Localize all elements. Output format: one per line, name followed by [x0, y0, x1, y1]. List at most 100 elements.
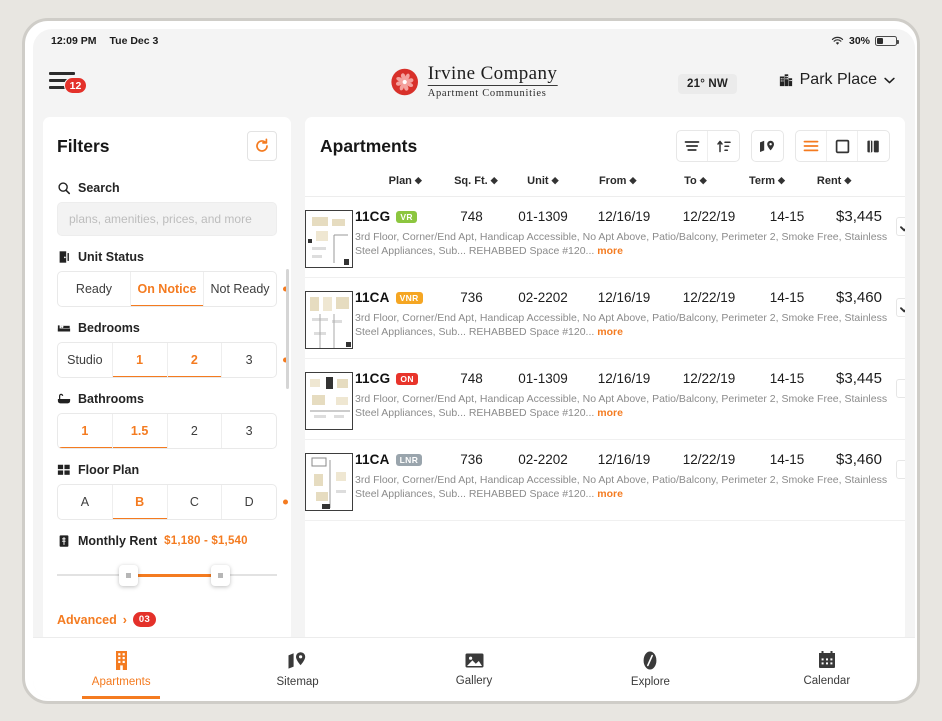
unit-status-option-ready[interactable]: Ready: [58, 272, 131, 306]
nav-label-explore: Explore: [630, 675, 670, 688]
thumbnail-cell[interactable]: [305, 208, 353, 268]
more-link[interactable]: more: [597, 326, 623, 338]
bathrooms-option-1[interactable]: 1: [58, 414, 113, 448]
cell-term: 14-15: [769, 452, 805, 467]
checkbox-cell[interactable]: [896, 289, 905, 317]
slider-handle-min[interactable]: [118, 565, 138, 586]
search-input[interactable]: [69, 212, 265, 226]
bedrooms-option-1[interactable]: 1: [112, 343, 168, 377]
nav-item-sitemap[interactable]: Sitemap: [209, 638, 385, 699]
floor-plan-option-c[interactable]: C: [168, 485, 223, 519]
calendar-icon: [818, 651, 835, 668]
floor-plan-option-b[interactable]: B: [112, 485, 168, 519]
column-header-term[interactable]: Term ◆: [734, 171, 800, 197]
floor-plan-options: A B C D: [57, 484, 277, 520]
property-selector[interactable]: Park Place: [779, 71, 895, 89]
thumbnail-cell[interactable]: [305, 289, 353, 349]
floor-plan-drawing: [306, 454, 352, 510]
card-view-button[interactable]: [827, 131, 858, 161]
floor-plan-option-d[interactable]: D: [222, 485, 276, 519]
column-header-to[interactable]: To ◆: [656, 171, 735, 197]
sidebar-scrollbar[interactable]: [286, 269, 289, 389]
list-lines-icon: [684, 141, 700, 151]
floor-plan-overflow-dot[interactable]: [283, 499, 288, 505]
nav-item-gallery[interactable]: Gallery: [386, 638, 562, 699]
checkbox-cell[interactable]: [896, 208, 905, 236]
cell-from: 12/16/19: [597, 452, 651, 467]
plan-code: 11CA: [355, 290, 390, 305]
advanced-filters-link[interactable]: Advanced › 03: [43, 590, 291, 627]
compass-icon: [644, 651, 657, 669]
table-row[interactable]: 11CA LNR 736 02-2202 12/16/19 12/22/19 1…: [305, 440, 905, 521]
checkbox-cell[interactable]: [896, 370, 905, 398]
grid-squares-icon: [57, 464, 70, 475]
cell-plan: 11CG ON: [353, 371, 439, 386]
map-button[interactable]: [752, 131, 783, 161]
slider-handle-max[interactable]: [211, 565, 230, 586]
column-header-sqft[interactable]: Sq. Ft. ◆: [444, 171, 507, 197]
row-checkbox[interactable]: [896, 460, 905, 479]
checkbox-cell[interactable]: [896, 451, 905, 479]
search-box[interactable]: [57, 202, 277, 236]
bathrooms-option-2[interactable]: 2: [168, 414, 223, 448]
column-header-from[interactable]: From ◆: [578, 171, 657, 197]
wifi-icon: [831, 36, 844, 45]
bedrooms-option-studio[interactable]: Studio: [58, 343, 113, 377]
nav-item-apartments[interactable]: Apartments: [33, 638, 209, 699]
nav-item-calendar[interactable]: Calendar: [739, 638, 915, 699]
bathrooms-options: 1 1.5 2 3: [57, 413, 277, 449]
nav-item-explore[interactable]: Explore: [562, 638, 738, 699]
cell-sqft: 748: [460, 371, 483, 386]
plan-code: 11CG: [355, 371, 391, 386]
photo-icon: [465, 653, 484, 667]
row-description: 3rd Floor, Corner/End Apt, Handicap Acce…: [353, 387, 896, 420]
sort-arrows-icon: [716, 140, 731, 152]
status-badge: ON: [396, 372, 418, 385]
status-time: 12:09 PM: [51, 35, 97, 47]
cell-from: 12/16/19: [597, 371, 651, 386]
reset-filters-button[interactable]: [247, 131, 277, 161]
nav-label-apartments: Apartments: [91, 675, 151, 688]
unit-status-option-not-ready[interactable]: Not Ready: [204, 272, 276, 306]
cell-sqft: 736: [460, 290, 483, 305]
thumbnail-cell[interactable]: [305, 370, 353, 430]
reset-circular-arrow-icon: [256, 138, 268, 152]
bathrooms-option-3[interactable]: 3: [222, 414, 276, 448]
sort-button[interactable]: [708, 131, 739, 161]
status-badge: VNR: [395, 291, 423, 304]
column-header-rent[interactable]: Rent ◆: [799, 171, 869, 197]
floor-plan-thumbnail: [305, 210, 353, 268]
weather-indicator[interactable]: 21° NW: [678, 74, 737, 94]
floor-plan-option-a[interactable]: A: [58, 485, 113, 519]
hamburger-menu-button[interactable]: 12: [49, 69, 103, 99]
split-view-button[interactable]: [858, 131, 889, 161]
column-header-plan[interactable]: Plan ◆: [365, 171, 445, 197]
bathrooms-section: Bathrooms 1 1.5 2 3: [43, 392, 291, 449]
row-checkbox[interactable]: [896, 379, 905, 398]
money-bill-icon: [59, 535, 69, 547]
monthly-rent-slider[interactable]: [57, 560, 277, 590]
more-link[interactable]: more: [597, 245, 623, 257]
list-lines-button[interactable]: [677, 131, 708, 161]
nav-label-gallery: Gallery: [455, 674, 493, 687]
bedrooms-option-2[interactable]: 2: [167, 343, 223, 377]
table-row[interactable]: 11CA VNR 736 02-2202 12/16/19 12/22/19 1…: [305, 278, 905, 359]
thumbnail-cell[interactable]: [305, 451, 353, 511]
table-row[interactable]: 11CG VR 748 01-1309 12/16/19 12/22/19 14…: [305, 197, 905, 278]
row-checkbox[interactable]: [896, 298, 905, 317]
unit-status-option-on-notice[interactable]: On Notice: [131, 272, 204, 306]
list-view-button[interactable]: [796, 131, 827, 161]
apartment-building-icon: [115, 650, 127, 670]
table-row[interactable]: 11CG ON 748 01-1309 12/16/19 12/22/19 14…: [305, 359, 905, 440]
bedrooms-option-3[interactable]: 3: [222, 343, 276, 377]
more-link[interactable]: more: [597, 488, 623, 500]
bedrooms-options: Studio 1 2 3: [57, 342, 277, 378]
cell-unit: 01-1309: [518, 209, 568, 224]
cell-rent: $3,445: [836, 370, 882, 387]
bathrooms-option-1-5[interactable]: 1.5: [112, 414, 168, 448]
more-link[interactable]: more: [597, 407, 623, 419]
advanced-chevron-icon: ›: [122, 612, 127, 627]
column-header-unit[interactable]: Unit ◆: [506, 171, 579, 197]
row-checkbox[interactable]: [896, 217, 905, 236]
unit-status-label: Unit Status: [78, 250, 144, 264]
